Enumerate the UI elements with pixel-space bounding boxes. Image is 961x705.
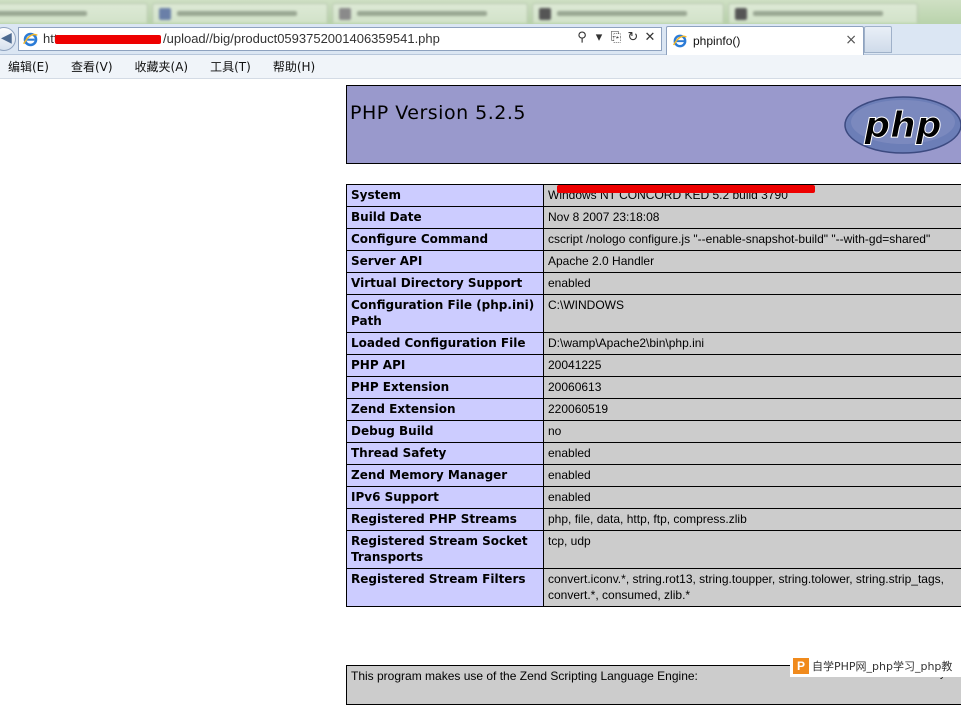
table-row: Thread Safetyenabled [347,443,961,465]
table-row: Configure Commandcscript /nologo configu… [347,229,961,251]
setting-value: D:\wamp\Apache2\bin\php.ini [544,333,961,355]
setting-name: IPv6 Support [347,487,544,509]
table-row: Zend Memory Managerenabled [347,465,961,487]
setting-name: PHP API [347,355,544,377]
setting-value: php, file, data, http, ftp, compress.zli… [544,509,961,531]
setting-value: enabled [544,443,961,465]
navigation-bar: ◀ htt /upload//big/product05937520014063… [0,24,961,55]
address-bar[interactable]: htt /upload//big/product0593752001406359… [18,27,662,51]
background-tab[interactable] [532,3,724,23]
menu-bar: 编辑(E) 查看(V) 收藏夹(A) 工具(T) 帮助(H) [0,55,961,79]
setting-value: 220060519 [544,399,961,421]
table-row: Configuration File (php.ini) PathC:\WIND… [347,295,961,333]
watermark-logo-icon: P [793,658,809,674]
stop-icon[interactable]: ✕ [643,30,657,45]
setting-name: Registered Stream Socket Transports [347,531,544,569]
setting-value: enabled [544,273,961,295]
table-row: Loaded Configuration FileD:\wamp\Apache2… [347,333,961,355]
setting-value: C:\WINDOWS [544,295,961,333]
setting-value: convert.iconv.*, string.rot13, string.to… [544,569,961,607]
setting-name: Registered PHP Streams [347,509,544,531]
background-tab[interactable] [152,3,328,23]
menu-help[interactable]: 帮助(H) [270,56,318,77]
refresh-icon[interactable]: ↻ [626,30,640,45]
table-row: Registered Stream Filtersconvert.iconv.*… [347,569,961,607]
close-tab-icon[interactable]: × [845,32,857,48]
menu-view[interactable]: 查看(V) [68,56,116,77]
table-row: Zend Extension220060519 [347,399,961,421]
ie-page-icon [672,33,688,49]
address-url: /upload//big/product0593752001406359541.… [163,31,440,46]
table-row: Virtual Directory Supportenabled [347,273,961,295]
table-row: Registered Stream Socket Transportstcp, … [347,531,961,569]
background-tab-strip [0,0,961,24]
setting-name: Configuration File (php.ini) Path [347,295,544,333]
table-row: IPv6 Supportenabled [347,487,961,509]
setting-name: Configure Command [347,229,544,251]
menu-edit[interactable]: 编辑(E) [5,56,52,77]
site-watermark: P 自学PHP网_php学习_php教 [790,655,961,677]
setting-value: 20060613 [544,377,961,399]
background-tab[interactable] [332,3,528,23]
php-logo-text: php [863,105,941,146]
back-button[interactable]: ◀ [0,27,16,51]
setting-name: Virtual Directory Support [347,273,544,295]
compatibility-view-icon[interactable]: ⎘ [609,30,623,45]
table-row: Debug Buildno [347,421,961,443]
setting-name: Server API [347,251,544,273]
table-row: Registered PHP Streamsphp, file, data, h… [347,509,961,531]
setting-name: Registered Stream Filters [347,569,544,607]
background-tab[interactable] [0,3,148,23]
redaction-mark [55,35,161,44]
setting-value: Apache 2.0 Handler [544,251,961,273]
ie-page-icon [22,31,39,48]
setting-value: tcp, udp [544,531,961,569]
setting-value: enabled [544,465,961,487]
php-version-header: PHP Version 5.2.5 php [346,85,961,164]
search-icon[interactable]: ⚲ [575,30,589,45]
setting-name: System [347,185,544,207]
background-tab[interactable] [728,3,918,23]
setting-name: Loaded Configuration File [347,333,544,355]
setting-name: Debug Build [347,421,544,443]
new-tab-button[interactable] [864,26,892,53]
page-content: PHP Version 5.2.5 php SystemWindows NT C… [0,80,961,680]
table-row: Server APIApache 2.0 Handler [347,251,961,273]
back-arrow-icon: ◀ [1,30,12,46]
setting-value: no [544,421,961,443]
tab-label: phpinfo() [693,34,740,48]
menu-favorites[interactable]: 收藏夹(A) [132,56,192,77]
php-logo: php [843,95,961,155]
redaction-mark [557,185,815,193]
tab-phpinfo[interactable]: phpinfo() × [666,26,864,55]
table-row: Build DateNov 8 2007 23:18:08 [347,207,961,229]
watermark-text: 自学PHP网_php学习_php教 [812,658,952,674]
setting-value: enabled [544,487,961,509]
setting-name: PHP Extension [347,377,544,399]
table-row: PHP API20041225 [347,355,961,377]
phpinfo-table: SystemWindows NT CONCORD KED 5.2 build 3… [346,184,961,607]
setting-value: Nov 8 2007 23:18:08 [544,207,961,229]
page-title: PHP Version 5.2.5 [350,102,526,124]
setting-name: Thread Safety [347,443,544,465]
zend-engine-text: This program makes use of the Zend Scrip… [351,669,698,683]
setting-value: 20041225 [544,355,961,377]
setting-name: Zend Extension [347,399,544,421]
setting-value: cscript /nologo configure.js "--enable-s… [544,229,961,251]
setting-name: Zend Memory Manager [347,465,544,487]
menu-tools[interactable]: 工具(T) [207,56,254,77]
table-row: PHP Extension20060613 [347,377,961,399]
setting-name: Build Date [347,207,544,229]
dropdown-icon[interactable]: ▾ [592,30,606,45]
